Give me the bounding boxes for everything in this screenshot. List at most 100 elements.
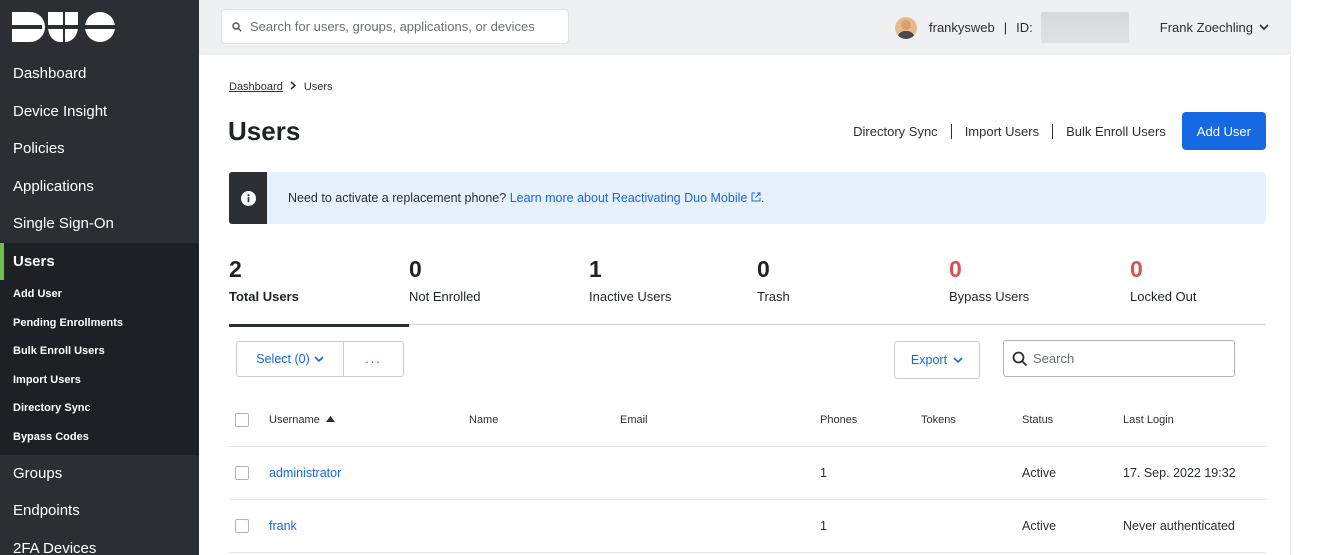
stat-value: 1 bbox=[589, 256, 602, 282]
column-email[interactable]: Email bbox=[620, 393, 648, 446]
user-stats: 2 Total Users 0 Not Enrolled 1 Inactive … bbox=[229, 255, 1266, 327]
main-content: Dashboard Users Users Directory Sync Imp… bbox=[199, 55, 1290, 555]
sidebar-item-2fa-devices[interactable]: 2FA Devices bbox=[0, 530, 199, 555]
global-search-input[interactable]: Search for users, groups, applications, … bbox=[221, 9, 569, 44]
row-checkbox[interactable] bbox=[235, 519, 249, 533]
stat-value: 0 bbox=[409, 256, 422, 282]
column-name[interactable]: Name bbox=[469, 393, 498, 446]
stat-locked-out[interactable]: 0 Locked Out bbox=[1130, 255, 1197, 325]
status-cell: Active bbox=[1022, 519, 1057, 533]
stat-not-enrolled[interactable]: 0 Not Enrolled bbox=[409, 255, 481, 325]
account-id-redacted bbox=[1040, 12, 1129, 43]
stat-label: Bypass Users bbox=[949, 289, 1030, 304]
info-icon bbox=[229, 172, 267, 224]
sidebar-item-applications[interactable]: Applications bbox=[0, 168, 199, 206]
sidebar-item-dashboard[interactable]: Dashboard bbox=[0, 55, 199, 93]
sidebar-subitem-import-users[interactable]: Import Users bbox=[0, 366, 199, 395]
phones-cell: 1 bbox=[820, 519, 827, 533]
user-menu-dropdown[interactable]: Frank Zoechling bbox=[1160, 20, 1290, 35]
breadcrumb-dashboard-link[interactable]: Dashboard bbox=[229, 81, 283, 93]
sidebar-item-endpoints[interactable]: Endpoints bbox=[0, 492, 199, 530]
sidebar-item-device-insight[interactable]: Device Insight bbox=[0, 93, 199, 131]
row-checkbox[interactable] bbox=[235, 466, 249, 480]
banner-period: . bbox=[760, 191, 765, 205]
duo-logo[interactable] bbox=[0, 0, 199, 55]
stat-label: Inactive Users bbox=[589, 289, 672, 304]
user-search-input[interactable]: Search bbox=[1003, 340, 1235, 377]
breadcrumb-current: Users bbox=[303, 81, 333, 93]
sidebar-item-single-sign-on[interactable]: Single Sign-On bbox=[0, 205, 199, 243]
page-gutter bbox=[1290, 0, 1320, 555]
export-label: Export bbox=[910, 353, 948, 367]
column-username[interactable]: Username bbox=[269, 393, 335, 446]
sidebar-subitem-pending-enrollments[interactable]: Pending Enrollments bbox=[0, 309, 199, 338]
sort-ascending-icon bbox=[325, 415, 335, 424]
stat-total-users[interactable]: 2 Total Users bbox=[229, 255, 409, 327]
account-id-label: ID: bbox=[1016, 20, 1033, 35]
username-link[interactable]: administrator bbox=[269, 447, 341, 499]
last-login-cell: Never authenticated bbox=[1123, 519, 1235, 533]
sidebar-subitem-bypass-codes[interactable]: Bypass Codes bbox=[0, 423, 199, 452]
directory-sync-link[interactable]: Directory Sync bbox=[853, 124, 938, 139]
sidebar-item-groups[interactable]: Groups bbox=[0, 455, 199, 493]
column-phones[interactable]: Phones bbox=[820, 393, 857, 446]
stat-value: 0 bbox=[949, 256, 962, 282]
stat-bypass-users[interactable]: 0 Bypass Users bbox=[949, 255, 1029, 325]
reactivating-link-text: Learn more about Reactivating Duo Mobile bbox=[509, 191, 748, 205]
import-users-link[interactable]: Import Users bbox=[965, 124, 1039, 139]
avatar bbox=[895, 16, 918, 39]
page-title: Users bbox=[228, 116, 301, 146]
column-last-login[interactable]: Last Login bbox=[1123, 393, 1174, 446]
table-toolbar: Select (0) ... Export Search bbox=[236, 340, 1266, 379]
stat-value: 0 bbox=[757, 256, 770, 282]
topbar: Search for users, groups, applications, … bbox=[199, 0, 1290, 55]
sidebar: Dashboard Device Insight Policies Applic… bbox=[0, 0, 199, 555]
stat-inactive-users[interactable]: 1 Inactive Users bbox=[589, 255, 671, 325]
account-area: frankysweb | ID: Frank Zoechling bbox=[895, 0, 1290, 55]
user-name: Frank Zoechling bbox=[1159, 20, 1253, 35]
stat-label: Locked Out bbox=[1130, 289, 1197, 304]
stat-value: 0 bbox=[1130, 256, 1143, 282]
search-icon bbox=[232, 21, 242, 32]
stat-label: Total Users bbox=[229, 289, 299, 304]
select-label: Select (0) bbox=[256, 352, 310, 366]
add-user-button[interactable]: Add User bbox=[1181, 112, 1266, 150]
select-all-checkbox[interactable] bbox=[235, 412, 249, 427]
row-checkbox-cell bbox=[235, 447, 249, 499]
table-row: frank 1 Active Never authenticated bbox=[229, 500, 1266, 553]
bulk-enroll-users-link[interactable]: Bulk Enroll Users bbox=[1066, 124, 1166, 139]
select-button-group: Select (0) ... bbox=[236, 341, 404, 377]
phones-cell: 1 bbox=[820, 466, 827, 480]
info-banner: Need to activate a replacement phone? Le… bbox=[229, 172, 1266, 224]
row-checkbox-cell bbox=[235, 500, 249, 552]
banner-message: Need to activate a replacement phone? bbox=[288, 191, 507, 205]
column-status[interactable]: Status bbox=[1022, 393, 1053, 446]
table-header-row: Username Name Email Phones Tokens Status… bbox=[229, 393, 1266, 447]
select-all-cell bbox=[235, 393, 249, 446]
sidebar-subitem-directory-sync[interactable]: Directory Sync bbox=[0, 394, 199, 423]
more-actions-button[interactable]: ... bbox=[344, 342, 403, 376]
sidebar-subitem-add-user[interactable]: Add User bbox=[0, 280, 199, 309]
duo-admin-app: Dashboard Device Insight Policies Applic… bbox=[0, 0, 1320, 555]
column-tokens[interactable]: Tokens bbox=[921, 393, 956, 446]
sidebar-item-users[interactable]: Users bbox=[0, 242, 199, 280]
reactivating-duo-mobile-link[interactable]: Learn more about Reactivating Duo Mobile bbox=[510, 191, 761, 205]
status-cell: Active bbox=[1022, 466, 1057, 480]
sidebar-subitem-bulk-enroll-users[interactable]: Bulk Enroll Users bbox=[0, 337, 199, 366]
users-sub-nav: Add User Pending Enrollments Bulk Enroll… bbox=[0, 280, 199, 455]
sidebar-item-policies[interactable]: Policies bbox=[0, 130, 199, 168]
action-divider bbox=[950, 123, 952, 139]
last-login-cell: 17. Sep. 2022 19:32 bbox=[1123, 466, 1236, 480]
external-link-icon bbox=[751, 192, 761, 202]
column-username-label: Username bbox=[269, 413, 320, 426]
select-dropdown-button[interactable]: Select (0) bbox=[237, 342, 344, 376]
export-button[interactable]: Export bbox=[894, 341, 980, 379]
chevron-down-icon bbox=[314, 355, 324, 362]
stat-label: Not Enrolled bbox=[409, 289, 481, 304]
stat-trash[interactable]: 0 Trash bbox=[757, 255, 790, 325]
stat-value: 2 bbox=[229, 256, 242, 282]
breadcrumb: Dashboard Users bbox=[229, 81, 333, 93]
global-search-placeholder: Search for users, groups, applications, … bbox=[250, 19, 535, 34]
search-icon bbox=[1012, 351, 1028, 366]
username-link[interactable]: frank bbox=[269, 500, 297, 552]
